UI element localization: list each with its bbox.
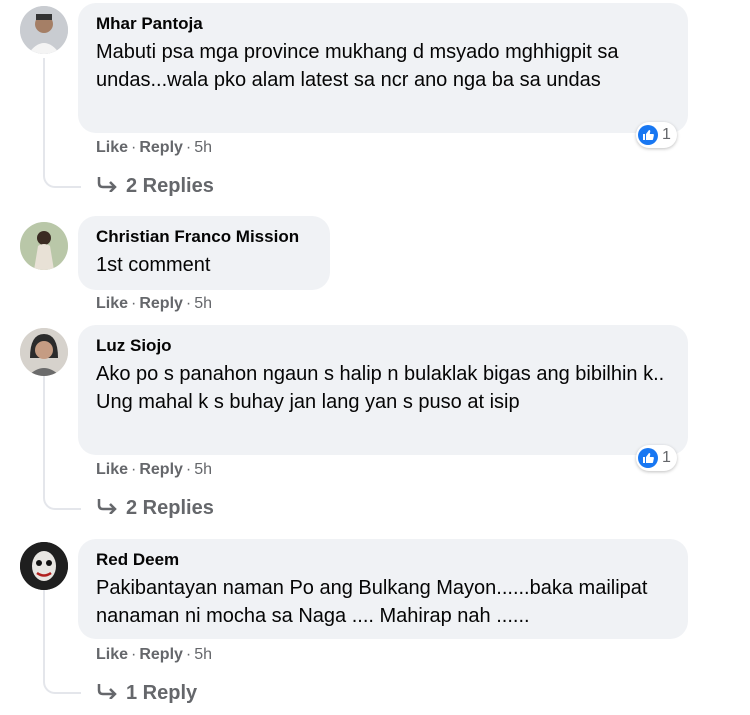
- thread-line: [43, 376, 81, 510]
- profile-photo-icon: [20, 6, 68, 54]
- profile-photo-icon: [20, 542, 68, 590]
- reply-arrow-icon: [96, 680, 118, 706]
- comment-actions: Like · Reply · 5h: [96, 139, 213, 156]
- replies-count: 2 Replies: [126, 175, 214, 197]
- like-link[interactable]: Like: [96, 139, 128, 156]
- profile-photo-icon: [20, 328, 68, 376]
- avatar[interactable]: [20, 542, 68, 590]
- replies-count: 2 Replies: [126, 497, 214, 519]
- comment-time[interactable]: 5h: [194, 139, 212, 156]
- comment-text: Mabuti psa mga province mukhang d msyado…: [96, 41, 619, 91]
- avatar[interactable]: [20, 222, 68, 270]
- comment-author[interactable]: Red Deem: [96, 549, 670, 571]
- reaction-badge[interactable]: 1: [636, 122, 677, 148]
- like-link[interactable]: Like: [96, 646, 128, 663]
- reaction-count: 1: [662, 449, 671, 466]
- like-link[interactable]: Like: [96, 461, 128, 478]
- like-reaction-icon: [638, 125, 658, 145]
- view-replies-link[interactable]: 2 Replies: [96, 173, 214, 199]
- reply-link[interactable]: Reply: [139, 461, 183, 478]
- comment-actions: Like · Reply · 5h: [96, 461, 213, 478]
- comment-author[interactable]: Luz Siojo: [96, 335, 670, 357]
- reply-link[interactable]: Reply: [139, 646, 183, 663]
- comment-bubble: Luz Siojo Ako po s panahon ngaun s halip…: [78, 325, 688, 455]
- view-replies-link[interactable]: 1 Reply: [96, 680, 197, 706]
- comment-time[interactable]: 5h: [194, 646, 212, 663]
- thread-line: [43, 58, 81, 188]
- avatar[interactable]: [20, 328, 68, 376]
- profile-photo-icon: [20, 222, 68, 270]
- reply-arrow-icon: [96, 173, 118, 199]
- comment-text: Pakibantayan naman Po ang Bulkang Mayon.…: [96, 577, 648, 627]
- comment-bubble: Red Deem Pakibantayan naman Po ang Bulka…: [78, 539, 688, 639]
- thread-line: [43, 590, 81, 694]
- comment-bubble: Christian Franco Mission 1st comment: [78, 216, 330, 290]
- replies-count: 1 Reply: [126, 682, 198, 704]
- reply-arrow-icon: [96, 495, 118, 521]
- reply-link[interactable]: Reply: [139, 139, 183, 156]
- avatar[interactable]: [20, 6, 68, 54]
- comment-actions: Like · Reply · 5h: [96, 295, 213, 312]
- comment-author[interactable]: Christian Franco Mission: [96, 226, 312, 248]
- comment-text: Ako po s panahon ngaun s halip n bulakla…: [96, 363, 665, 413]
- like-link[interactable]: Like: [96, 295, 128, 312]
- comment-bubble: Mhar Pantoja Mabuti psa mga province muk…: [78, 3, 688, 133]
- view-replies-link[interactable]: 2 Replies: [96, 495, 214, 521]
- comment-time[interactable]: 5h: [194, 295, 212, 312]
- comment-text: 1st comment: [96, 254, 211, 276]
- like-reaction-icon: [638, 448, 658, 468]
- reply-link[interactable]: Reply: [139, 295, 183, 312]
- comment-actions: Like · Reply · 5h: [96, 646, 213, 663]
- comment-author[interactable]: Mhar Pantoja: [96, 13, 670, 35]
- reaction-count: 1: [662, 126, 671, 143]
- comment-time[interactable]: 5h: [194, 461, 212, 478]
- reaction-badge[interactable]: 1: [636, 445, 677, 471]
